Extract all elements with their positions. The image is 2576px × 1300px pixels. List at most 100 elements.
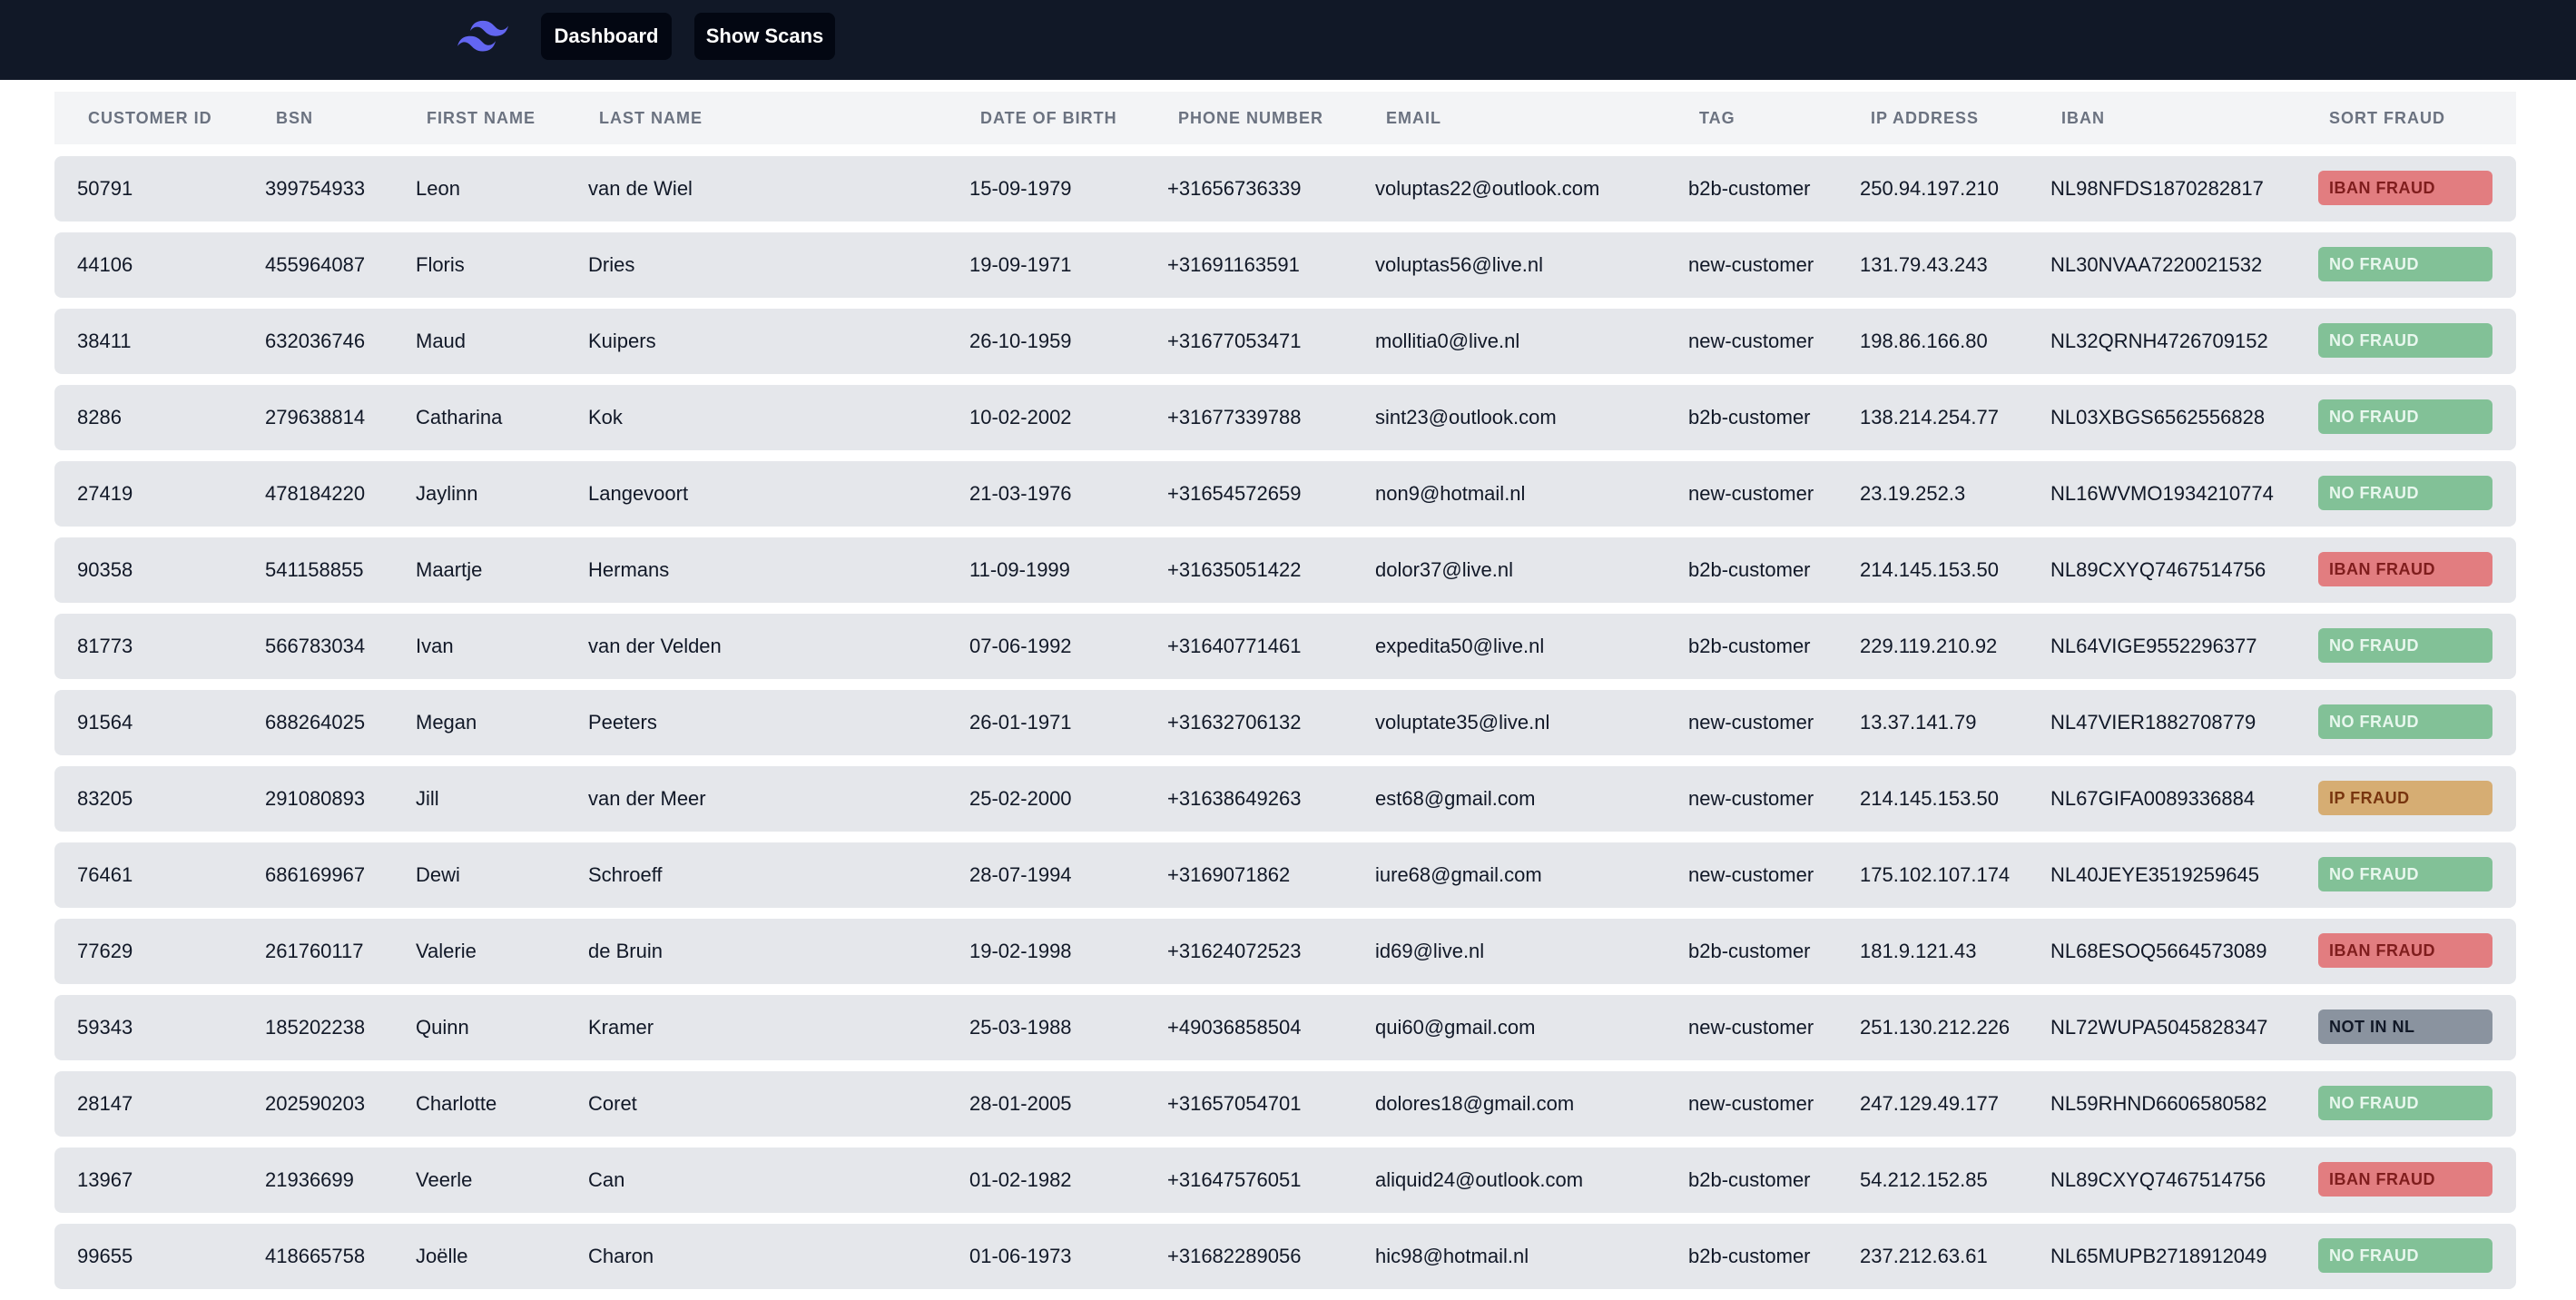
- cell-email: voluptas56@live.nl: [1375, 253, 1543, 276]
- cell-last-name: van de Wiel: [588, 177, 693, 200]
- cell-phone-number: +31657054701: [1167, 1092, 1302, 1115]
- table-row[interactable]: 77629 261760117 Valerie de Bruin 19-02-1998 +…: [54, 919, 2516, 984]
- table-row[interactable]: 83205 291080893 Jill van der Meer 25-02-2000…: [54, 766, 2516, 832]
- cell-tag: new-customer: [1688, 863, 1814, 886]
- header-email[interactable]: EMAIL: [1386, 92, 1441, 144]
- table-row[interactable]: 38411 632036746 Maud Kuipers 26-10-1959 +3167…: [54, 309, 2516, 374]
- cell-email: hic98@hotmail.nl: [1375, 1245, 1529, 1267]
- cell-ip-address: 54.212.152.85: [1860, 1168, 1988, 1191]
- cell-email: qui60@gmail.com: [1375, 1016, 1536, 1039]
- header-sort-fraud[interactable]: SORT FRAUD: [2329, 92, 2445, 144]
- cell-first-name: Dewi: [416, 863, 460, 886]
- cell-tag: new-customer: [1688, 482, 1814, 505]
- header-phone-number[interactable]: PHONE NUMBER: [1178, 92, 1323, 144]
- cell-date-of-birth: 07-06-1992: [969, 635, 1072, 657]
- table-row[interactable]: 13967 21936699 Veerle Can 01-02-1982 +3164757…: [54, 1147, 2516, 1213]
- cell-bsn: 21936699: [265, 1168, 354, 1191]
- fraud-status-badge: IBAN FRAUD: [2318, 933, 2492, 968]
- cell-iban: NL65MUPB2718912049: [2050, 1245, 2267, 1267]
- cell-first-name: Catharina: [416, 406, 503, 428]
- cell-last-name: Coret: [588, 1092, 637, 1115]
- cell-iban: NL03XBGS6562556828: [2050, 406, 2266, 428]
- cell-date-of-birth: 15-09-1979: [969, 177, 1072, 200]
- table-row[interactable]: 76461 686169967 Dewi Schroeff 28-07-1994 +316…: [54, 842, 2516, 908]
- header-bsn[interactable]: BSN: [276, 92, 313, 144]
- cell-ip-address: 23.19.252.3: [1860, 482, 1966, 505]
- header-first-name[interactable]: FIRST NAME: [427, 92, 536, 144]
- cell-email: non9@hotmail.nl: [1375, 482, 1526, 505]
- cell-tag: b2b-customer: [1688, 406, 1811, 428]
- cell-ip-address: 250.94.197.210: [1860, 177, 1999, 200]
- cell-ip-address: 251.130.212.226: [1860, 1016, 2011, 1039]
- cell-email: expedita50@live.nl: [1375, 635, 1545, 657]
- cell-bsn: 541158855: [265, 558, 364, 581]
- cell-iban: NL30NVAA7220021532: [2050, 253, 2263, 276]
- cell-date-of-birth: 26-10-1959: [969, 330, 1072, 352]
- table-row[interactable]: 50791 399754933 Leon van de Wiel 15-09-1979 +…: [54, 156, 2516, 222]
- cell-bsn: 478184220: [265, 482, 366, 505]
- cell-customer-id: 90358: [77, 558, 133, 581]
- table-row[interactable]: 8286 279638814 Catharina Kok 10-02-2002 +3167…: [54, 385, 2516, 450]
- header-iban[interactable]: IBAN: [2061, 92, 2105, 144]
- cell-email: est68@gmail.com: [1375, 787, 1536, 810]
- cell-tag: new-customer: [1688, 253, 1814, 276]
- cell-last-name: van der Velden: [588, 635, 722, 657]
- cell-last-name: Kok: [588, 406, 623, 428]
- fraud-status-badge: NO FRAUD: [2318, 323, 2492, 358]
- header-date-of-birth[interactable]: DATE OF BIRTH: [980, 92, 1117, 144]
- cell-first-name: Maartje: [416, 558, 483, 581]
- cell-phone-number: +31677339788: [1167, 406, 1302, 428]
- cell-phone-number: +31638649263: [1167, 787, 1302, 810]
- table-row[interactable]: 27419 478184220 Jaylinn Langevoort 21-03-197…: [54, 461, 2516, 527]
- table-row[interactable]: 90358 541158855 Maartje Hermans 11-09-1999 +3…: [54, 537, 2516, 603]
- cell-date-of-birth: 25-03-1988: [969, 1016, 1072, 1039]
- table-header: CUSTOMER ID BSN FIRST NAME LAST NAME DAT…: [54, 92, 2516, 144]
- cell-bsn: 202590203: [265, 1092, 366, 1115]
- cell-date-of-birth: 25-02-2000: [969, 787, 1072, 810]
- table-row[interactable]: 91564 688264025 Megan Peeters 26-01-1971 +316…: [54, 690, 2516, 755]
- fraud-status-badge: NO FRAUD: [2318, 247, 2492, 281]
- cell-phone-number: +31647576051: [1167, 1168, 1302, 1191]
- cell-phone-number: +31691163591: [1167, 253, 1300, 276]
- cell-iban: NL89CXYQ7467514756: [2050, 558, 2266, 581]
- cell-email: voluptas22@outlook.com: [1375, 177, 1600, 200]
- table-row[interactable]: 99655 418665758 Joëlle Charon 01-06-1973 +316…: [54, 1224, 2516, 1289]
- cell-ip-address: 198.86.166.80: [1860, 330, 1988, 352]
- table-row[interactable]: 59343 185202238 Quinn Kramer 25-03-1988 +4903…: [54, 995, 2516, 1060]
- header-customer-id[interactable]: CUSTOMER ID: [88, 92, 212, 144]
- header-ip-address[interactable]: IP ADDRESS: [1871, 92, 1979, 144]
- show-scans-button[interactable]: Show Scans: [694, 13, 835, 60]
- cell-tag: b2b-customer: [1688, 940, 1811, 962]
- header-tag[interactable]: TAG: [1699, 92, 1735, 144]
- cell-date-of-birth: 01-02-1982: [969, 1168, 1072, 1191]
- table-row[interactable]: 81773 566783034 Ivan van der Velden 07-06-19…: [54, 614, 2516, 679]
- cell-phone-number: +31632706132: [1167, 711, 1302, 734]
- cell-email: dolores18@gmail.com: [1375, 1092, 1575, 1115]
- cell-last-name: Schroeff: [588, 863, 663, 886]
- fraud-status-badge: NO FRAUD: [2318, 857, 2492, 891]
- fraud-status-badge: NO FRAUD: [2318, 704, 2492, 739]
- cell-phone-number: +31654572659: [1167, 482, 1302, 505]
- table-row[interactable]: 44106 455964087 Floris Dries 19-09-1971 +3169…: [54, 232, 2516, 298]
- fraud-status-badge: NO FRAUD: [2318, 476, 2492, 510]
- cell-last-name: Kuipers: [588, 330, 656, 352]
- dashboard-button[interactable]: Dashboard: [541, 13, 672, 60]
- cell-phone-number: +31656736339: [1167, 177, 1302, 200]
- cell-ip-address: 131.79.43.243: [1860, 253, 1988, 276]
- header-last-name[interactable]: LAST NAME: [599, 92, 703, 144]
- cell-email: voluptate35@live.nl: [1375, 711, 1550, 734]
- cell-iban: NL47VIER1882708779: [2050, 711, 2256, 734]
- cell-bsn: 185202238: [265, 1016, 366, 1039]
- cell-ip-address: 214.145.153.50: [1860, 558, 1999, 581]
- cell-date-of-birth: 19-09-1971: [969, 253, 1072, 276]
- cell-last-name: Charon: [588, 1245, 654, 1267]
- cell-tag: new-customer: [1688, 1092, 1814, 1115]
- cell-email: mollitia0@live.nl: [1375, 330, 1520, 352]
- tailwind-logo-icon[interactable]: [457, 18, 508, 54]
- cell-ip-address: 229.119.210.92: [1860, 635, 1998, 657]
- cell-customer-id: 59343: [77, 1016, 133, 1039]
- cell-ip-address: 181.9.121.43: [1860, 940, 1977, 962]
- table-row[interactable]: 28147 202590203 Charlotte Coret 28-01-2005 +3…: [54, 1071, 2516, 1137]
- cell-first-name: Floris: [416, 253, 465, 276]
- cell-phone-number: +3169071862: [1167, 863, 1291, 886]
